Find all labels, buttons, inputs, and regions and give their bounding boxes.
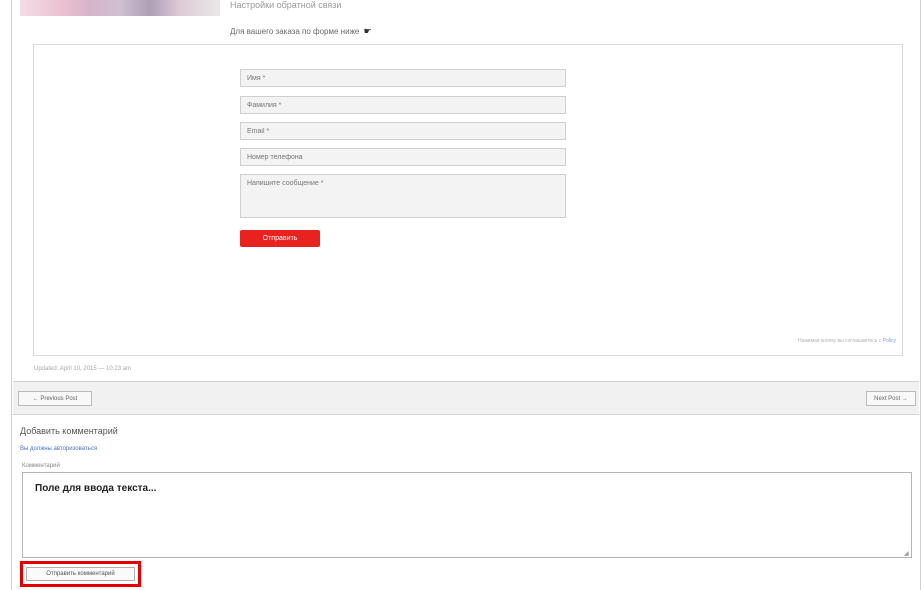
previous-post-button[interactable]: ← Previous Post (18, 391, 92, 406)
resize-handle-icon[interactable]: ◢ (904, 550, 909, 557)
phone-field[interactable] (240, 148, 566, 166)
next-post-button[interactable]: Next Post → (866, 391, 916, 406)
comment-input[interactable] (22, 472, 912, 558)
message-field[interactable] (240, 174, 566, 218)
hand-pointer-icon: ☛ (363, 26, 372, 36)
post-caption: Настройки обратной связи (230, 0, 342, 10)
login-link[interactable]: Вы должны авторизоваться (20, 446, 97, 452)
privacy-note: Нажимая кнопку вы соглашаетесь с Policy (798, 338, 896, 344)
name-field[interactable] (240, 69, 566, 87)
submit-comment-button[interactable]: Отправить комментарий (26, 567, 135, 581)
surname-field[interactable] (240, 96, 566, 114)
form-intro: Для вашего заказа по форме ниже ☛ (230, 26, 372, 37)
post-image (20, 0, 220, 16)
email-field[interactable] (240, 122, 566, 140)
comment-field-label: Комментарий (22, 463, 60, 469)
form-intro-text: Для вашего заказа по форме ниже (230, 27, 360, 36)
privacy-text: Нажимая кнопку вы соглашаетесь с (798, 338, 883, 344)
post-date: Updated: April 10, 2015 — 10:23 am (34, 366, 132, 372)
submit-form-button[interactable]: Отправить (240, 230, 320, 247)
post-navigation: ← Previous Post Next Post → (13, 381, 919, 415)
privacy-policy-link[interactable]: Policy (883, 338, 896, 344)
submit-comment-highlight: Отправить комментарий (20, 561, 141, 587)
comments-title: Добавить комментарий (20, 426, 118, 436)
